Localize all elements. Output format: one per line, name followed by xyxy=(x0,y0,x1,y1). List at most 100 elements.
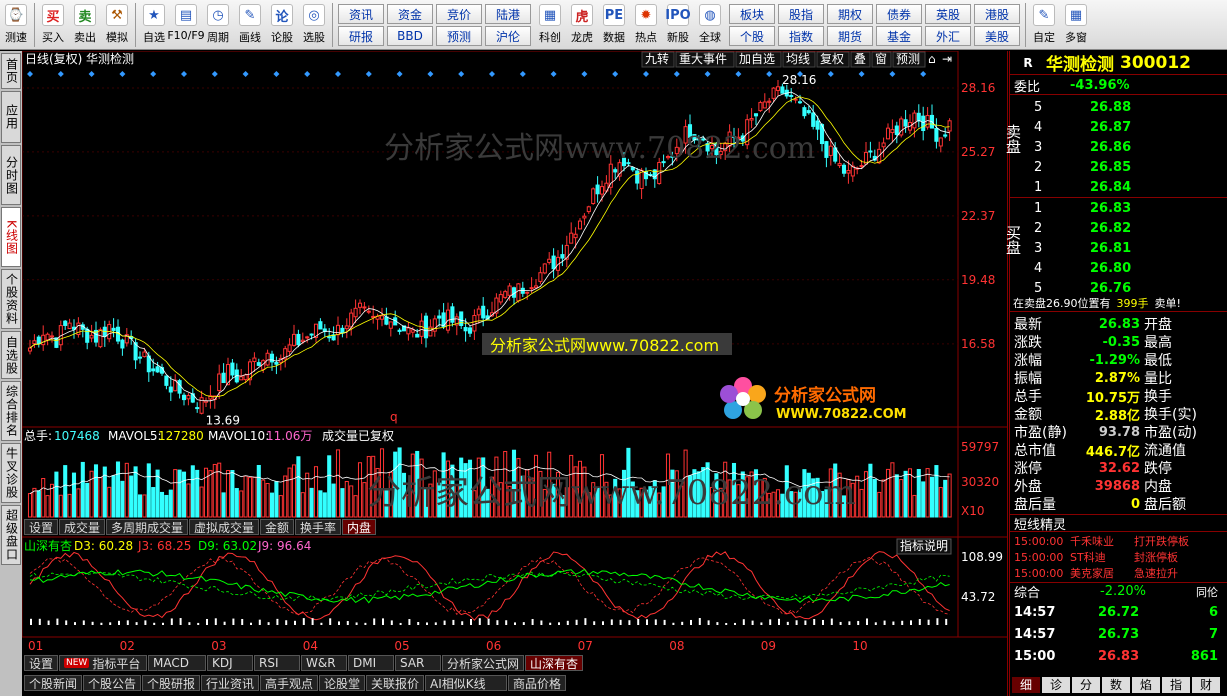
event-marker-icon[interactable] xyxy=(643,71,649,77)
news-tab-5[interactable]: 论股堂 xyxy=(319,675,365,691)
news-tab-3[interactable]: 行业资讯 xyxy=(201,675,259,691)
toolbar-mid-button-0[interactable]: ▦ 科创 xyxy=(534,0,566,48)
market-link-0[interactable]: 板块 xyxy=(729,4,775,24)
buy-row-2[interactable]: 3 26.81 xyxy=(1034,239,1224,257)
event-marker-icon[interactable] xyxy=(489,71,495,77)
event-marker-icon[interactable] xyxy=(735,71,742,77)
event-marker-icon[interactable] xyxy=(181,71,187,77)
indicator-tab-7[interactable]: SAR xyxy=(395,655,441,671)
event-marker-icon[interactable] xyxy=(304,71,311,77)
quick-link-6[interactable]: 预测 xyxy=(436,26,482,46)
toolbar-button-2[interactable]: 卖卖出 xyxy=(69,0,101,48)
side-tab-2[interactable]: 分时图 xyxy=(1,145,21,205)
indicator-tab-2[interactable]: MACD xyxy=(148,655,206,671)
event-marker-icon[interactable] xyxy=(858,71,865,77)
quick-link-2[interactable]: 竞价 xyxy=(436,4,482,24)
toolbar-mid-button-3[interactable]: ✹ 热点 xyxy=(630,0,662,48)
market-link-11[interactable]: 美股 xyxy=(974,26,1020,46)
quote-tab-4[interactable]: 焰 xyxy=(1132,677,1160,693)
event-marker-icon[interactable] xyxy=(119,71,126,77)
quick-link-4[interactable]: 研报 xyxy=(338,26,384,46)
kline-chart-area[interactable]: 日线(复权) 华测检测 九转 重大事件 加自选 均线 复权叠窗预测 ⌂ ⇥ 28.16 25.27 2… xyxy=(22,51,1008,696)
market-link-6[interactable]: 个股 xyxy=(729,26,775,46)
volume-tab-5[interactable]: 换手率 xyxy=(295,519,341,535)
market-link-2[interactable]: 期权 xyxy=(827,4,873,24)
event-marker-icon[interactable] xyxy=(396,71,403,77)
market-link-5[interactable]: 港股 xyxy=(974,4,1020,24)
news-tab-7[interactable]: AI相似K线 xyxy=(425,675,507,691)
news-tab-0[interactable]: 个股新闻 xyxy=(24,675,82,691)
event-marker-icon[interactable] xyxy=(519,71,526,77)
quote-tab-1[interactable]: 诊 xyxy=(1042,677,1070,693)
side-tab-1[interactable]: 应用 xyxy=(1,91,21,143)
event-marker-icon[interactable] xyxy=(88,71,95,77)
event-marker-icon[interactable] xyxy=(150,71,157,77)
event-marker-icon[interactable] xyxy=(365,71,372,77)
toolbar-right-button-0[interactable]: ✎ 自定 xyxy=(1028,0,1060,48)
market-link-8[interactable]: 期货 xyxy=(827,26,873,46)
sell-row-2[interactable]: 3 26.86 xyxy=(1034,138,1224,156)
indicator-tab-0[interactable]: 设置 xyxy=(24,655,58,671)
indicator-tab-9[interactable]: 山深有杏 xyxy=(525,655,583,671)
market-link-4[interactable]: 英股 xyxy=(925,4,971,24)
spirit-row-2[interactable]: 15:00:00 美克家居 急速拉升 xyxy=(1010,565,1227,581)
toolbar-button-1[interactable]: 买买入 xyxy=(37,0,69,48)
toolbar-button-8[interactable]: 论论股 xyxy=(266,0,298,48)
event-marker-icon[interactable] xyxy=(827,71,834,77)
quote-tab-5[interactable]: 指 xyxy=(1162,677,1190,693)
toolbar-mid-button-1[interactable]: 虎龙虎 xyxy=(566,0,598,48)
volume-tab-6[interactable]: 内盘 xyxy=(342,519,376,535)
event-marker-icon[interactable] xyxy=(273,71,280,77)
toolbar-button-4[interactable]: ★ 自选 xyxy=(138,0,170,48)
side-tab-8[interactable]: 超级盘口 xyxy=(1,505,21,565)
news-tab-8[interactable]: 商品价格 xyxy=(508,675,566,691)
lock-icon[interactable]: ⌂ xyxy=(928,52,936,66)
buy-row-3[interactable]: 4 26.80 xyxy=(1034,259,1224,277)
event-marker-icon[interactable] xyxy=(673,71,680,77)
event-marker-icon[interactable] xyxy=(335,71,341,77)
buy-row-0[interactable]: 1 26.83 xyxy=(1034,199,1224,217)
side-tab-4[interactable]: 个股资料 xyxy=(1,269,21,329)
side-tab-6[interactable]: 综合排名 xyxy=(1,381,21,441)
stock-code[interactable]: 300012 xyxy=(1120,53,1191,73)
event-marker-icon[interactable] xyxy=(427,71,434,77)
event-marker-icon[interactable] xyxy=(242,71,249,77)
quick-link-3[interactable]: 陆港 xyxy=(485,4,531,24)
event-marker-icon[interactable] xyxy=(27,71,33,77)
indicator-tab-3[interactable]: KDJ xyxy=(207,655,253,671)
side-tab-0[interactable]: 首页 xyxy=(1,53,21,89)
toolbar-button-6[interactable]: ◷ 周期 xyxy=(202,0,234,48)
volume-tab-3[interactable]: 虚拟成交量 xyxy=(189,519,259,535)
quick-link-1[interactable]: 资金 xyxy=(387,4,433,24)
indicator-tab-8[interactable]: 分析家公式网 xyxy=(442,655,524,671)
toolbar-button-9[interactable]: ◎ 选股 xyxy=(298,0,330,48)
sell-row-3[interactable]: 2 26.85 xyxy=(1034,158,1224,176)
toolbar-right-button-1[interactable]: ▦ 多窗 xyxy=(1060,0,1092,48)
side-tab-7[interactable]: 牛叉诊股 xyxy=(1,443,21,503)
indicator-tab-1[interactable]: NEW 指标平台 xyxy=(59,655,147,671)
quote-tab-6[interactable]: 财 xyxy=(1192,677,1220,693)
event-marker-icon[interactable] xyxy=(889,71,896,77)
event-marker-icon[interactable] xyxy=(612,71,619,77)
toolbar-button-7[interactable]: ✎ 画线 xyxy=(234,0,266,48)
toolbar-mid-button-5[interactable]: ◍ 全球 xyxy=(694,0,726,48)
indicator-tab-5[interactable]: W&R xyxy=(301,655,347,671)
market-link-7[interactable]: 指数 xyxy=(778,26,824,46)
side-tab-3[interactable]: K线图 xyxy=(1,207,21,267)
toolbar-button-5[interactable]: ▤ F10/F9 xyxy=(167,0,205,48)
buy-row-1[interactable]: 2 26.82 xyxy=(1034,219,1224,237)
spirit-title[interactable]: 短线精灵 xyxy=(1010,514,1227,532)
event-marker-icon[interactable] xyxy=(704,71,711,77)
indicator-tab-6[interactable]: DMI xyxy=(348,655,394,671)
quick-link-0[interactable]: 资讯 xyxy=(338,4,384,24)
stock-name[interactable]: 华测检测 xyxy=(1046,50,1114,75)
toolbar-mid-button-4[interactable]: IPO 新股 xyxy=(662,0,694,48)
sell-row-1[interactable]: 4 26.87 xyxy=(1034,118,1224,136)
indicator-tab-4[interactable]: RSI xyxy=(254,655,300,671)
volume-tab-2[interactable]: 多周期成交量 xyxy=(106,519,188,535)
quick-link-5[interactable]: BBD xyxy=(387,26,433,46)
volume-tab-4[interactable]: 金额 xyxy=(260,519,294,535)
news-tab-1[interactable]: 个股公告 xyxy=(83,675,141,691)
event-marker-icon[interactable] xyxy=(458,71,465,77)
toolbar-button-0[interactable]: ⌚ 测速 xyxy=(0,0,32,48)
